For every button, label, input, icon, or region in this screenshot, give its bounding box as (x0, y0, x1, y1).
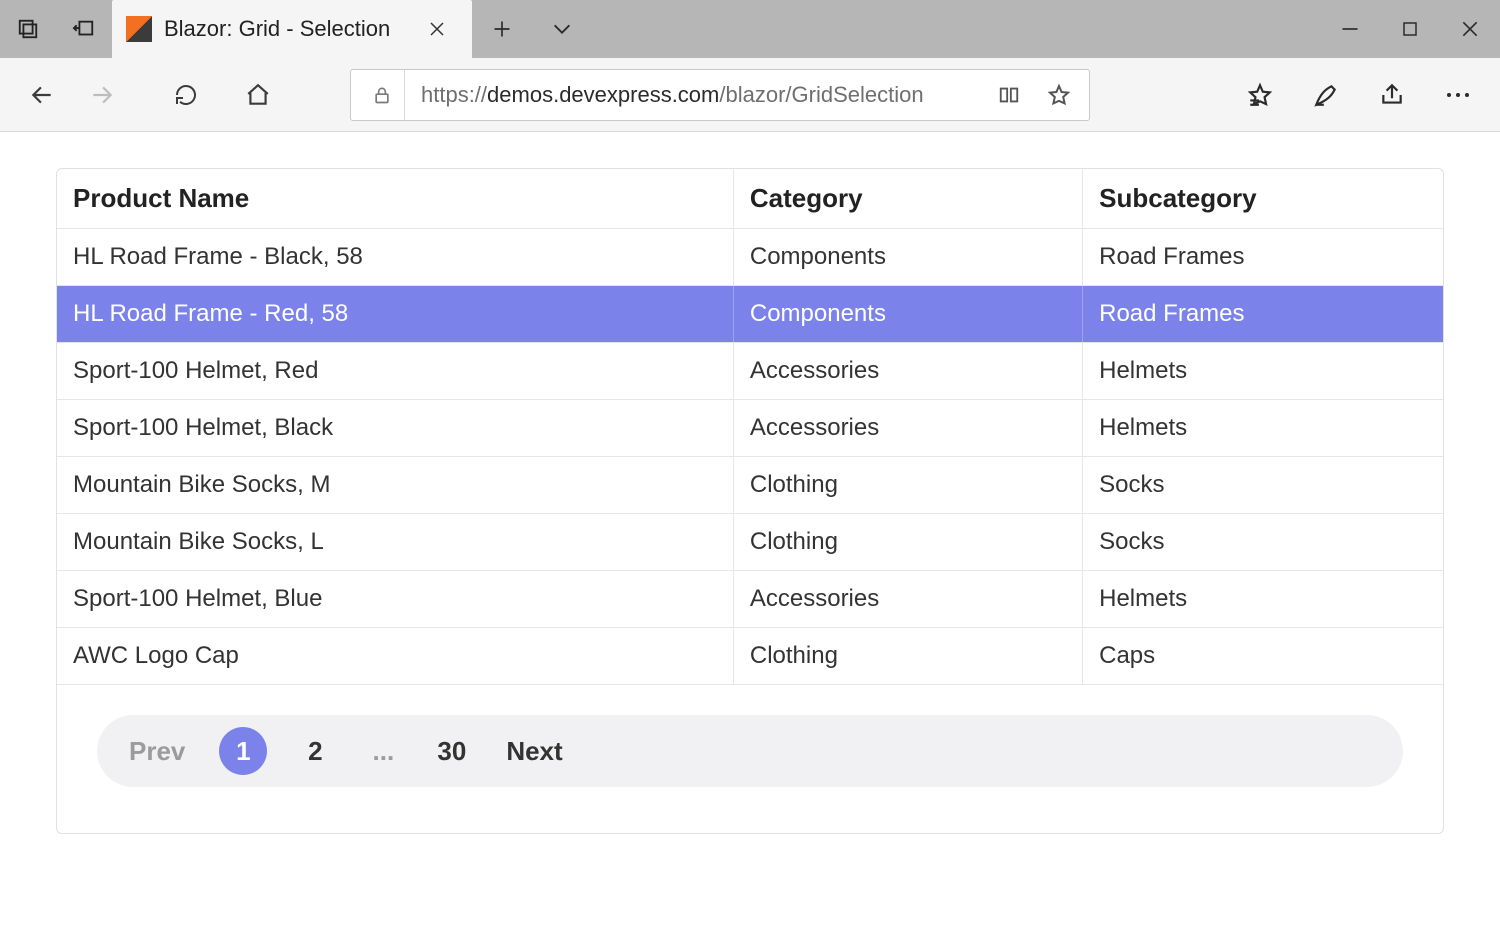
pager-page-2[interactable]: 2 (295, 727, 335, 775)
cell-category: Accessories (733, 343, 1082, 400)
window-titlebar: Blazor: Grid - Selection (0, 0, 1500, 58)
pager-last-page[interactable]: 30 (431, 727, 472, 775)
nav-forward-button[interactable] (74, 71, 130, 119)
page-content: Product Name Category Subcategory HL Roa… (0, 132, 1500, 874)
table-row[interactable]: Sport-100 Helmet, BlueAccessoriesHelmets (57, 571, 1443, 628)
cell-category: Accessories (733, 571, 1082, 628)
cell-category: Clothing (733, 628, 1082, 685)
tab-overflow-button[interactable] (532, 0, 592, 58)
window-minimize-button[interactable] (1320, 0, 1380, 58)
cell-product: Mountain Bike Socks, L (57, 514, 733, 571)
table-row[interactable]: Sport-100 Helmet, BlackAccessoriesHelmet… (57, 400, 1443, 457)
table-row[interactable]: Mountain Bike Socks, MClothingSocks (57, 457, 1443, 514)
data-grid: Product Name Category Subcategory HL Roa… (57, 169, 1443, 685)
favicon-icon (126, 16, 152, 42)
cell-product: Mountain Bike Socks, M (57, 457, 733, 514)
cell-subcategory: Helmets (1083, 343, 1443, 400)
cell-subcategory: Helmets (1083, 571, 1443, 628)
cell-product: HL Road Frame - Red, 58 (57, 286, 733, 343)
titlebar-left: Blazor: Grid - Selection (0, 0, 592, 58)
table-row[interactable]: Mountain Bike Socks, LClothingSocks (57, 514, 1443, 571)
address-bar[interactable]: https://demos.devexpress.com/blazor/Grid… (350, 69, 1090, 121)
refresh-button[interactable] (158, 71, 214, 119)
cell-subcategory: Caps (1083, 628, 1443, 685)
cell-category: Components (733, 286, 1082, 343)
cell-subcategory: Road Frames (1083, 286, 1443, 343)
cell-category: Accessories (733, 400, 1082, 457)
cell-product: Sport-100 Helmet, Black (57, 400, 733, 457)
new-tab-button[interactable] (472, 0, 532, 58)
favorite-button[interactable] (1037, 70, 1081, 120)
set-aside-tabs-icon[interactable] (56, 0, 112, 58)
tab-title: Blazor: Grid - Selection (164, 16, 390, 42)
cell-subcategory: Socks (1083, 514, 1443, 571)
header-row: Product Name Category Subcategory (57, 169, 1443, 229)
cell-category: Clothing (733, 514, 1082, 571)
toolbar-right (1232, 71, 1486, 119)
pager-next-button[interactable]: Next (500, 727, 568, 775)
cell-category: Components (733, 229, 1082, 286)
url-host: demos.devexpress.com (487, 82, 719, 107)
url-scheme: https:// (421, 82, 487, 107)
cell-subcategory: Socks (1083, 457, 1443, 514)
cell-product: AWC Logo Cap (57, 628, 733, 685)
grid-card: Product Name Category Subcategory HL Roa… (56, 168, 1444, 834)
settings-more-button[interactable] (1430, 71, 1486, 119)
table-row[interactable]: HL Road Frame - Red, 58ComponentsRoad Fr… (57, 286, 1443, 343)
tab-strip-actions (472, 0, 592, 58)
address-url[interactable]: https://demos.devexpress.com/blazor/Grid… (411, 82, 981, 108)
share-button[interactable] (1364, 71, 1420, 119)
reading-view-button[interactable] (987, 70, 1031, 120)
cell-product: HL Road Frame - Black, 58 (57, 229, 733, 286)
cell-category: Clothing (733, 457, 1082, 514)
col-header-category[interactable]: Category (733, 169, 1082, 229)
window-maximize-button[interactable] (1380, 0, 1440, 58)
table-row[interactable]: AWC Logo CapClothingCaps (57, 628, 1443, 685)
pager-prev-button[interactable]: Prev (123, 727, 191, 775)
cell-product: Sport-100 Helmet, Blue (57, 571, 733, 628)
browser-toolbar: https://demos.devexpress.com/blazor/Grid… (0, 58, 1500, 132)
browser-tab[interactable]: Blazor: Grid - Selection (112, 0, 472, 58)
tab-actions-icon[interactable] (0, 0, 56, 58)
table-row[interactable]: HL Road Frame - Black, 58ComponentsRoad … (57, 229, 1443, 286)
nav-back-button[interactable] (14, 71, 70, 119)
favorites-bar-button[interactable] (1232, 71, 1288, 119)
col-header-subcategory[interactable]: Subcategory (1083, 169, 1443, 229)
lock-icon[interactable] (359, 70, 405, 120)
pager: Prev 1 2 ... 30 Next (97, 715, 1403, 787)
home-button[interactable] (230, 71, 286, 119)
pager-page-1[interactable]: 1 (219, 727, 267, 775)
notes-button[interactable] (1298, 71, 1354, 119)
col-header-product[interactable]: Product Name (57, 169, 733, 229)
pager-ellipsis: ... (363, 727, 403, 775)
cell-subcategory: Helmets (1083, 400, 1443, 457)
cell-subcategory: Road Frames (1083, 229, 1443, 286)
cell-product: Sport-100 Helmet, Red (57, 343, 733, 400)
window-close-button[interactable] (1440, 0, 1500, 58)
table-row[interactable]: Sport-100 Helmet, RedAccessoriesHelmets (57, 343, 1443, 400)
url-path: /blazor/GridSelection (719, 82, 923, 107)
close-tab-button[interactable] (420, 12, 454, 46)
